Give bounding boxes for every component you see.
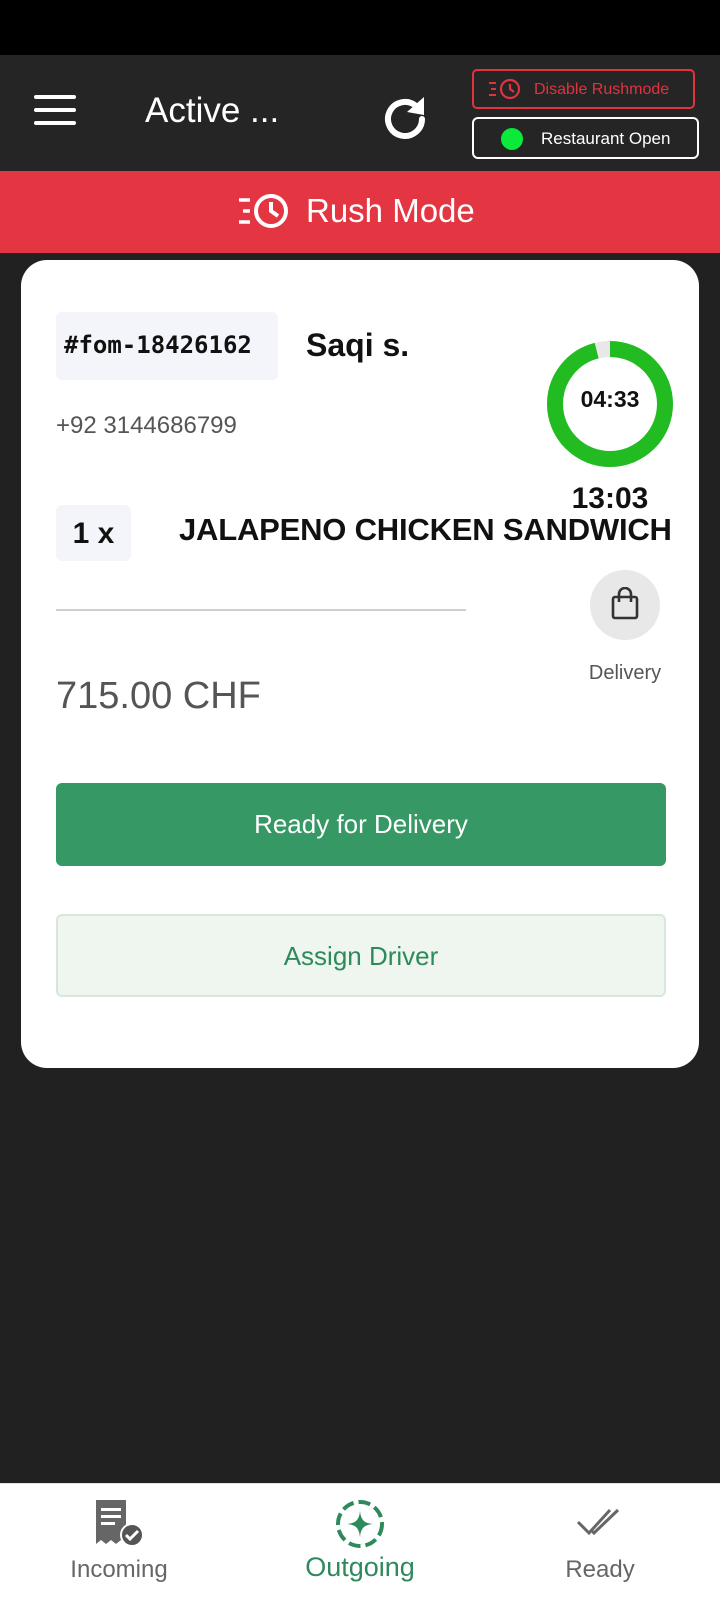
rush-mode-label: Rush Mode <box>306 192 475 229</box>
item-quantity: 1 x <box>56 505 131 561</box>
item-name: JALAPENO CHICKEN SANDWICH <box>179 512 672 547</box>
disable-rushmode-label: Disable Rushmode <box>534 81 670 98</box>
timer-total: 13:03 <box>571 482 649 515</box>
page-title: Active ... <box>145 91 280 130</box>
bottom-nav: Incoming Outgoing Ready <box>0 1483 720 1600</box>
status-dot-icon <box>501 128 523 150</box>
status-bar <box>0 0 720 55</box>
tab-ready[interactable]: Ready <box>510 1484 690 1600</box>
refresh-icon[interactable] <box>380 93 432 145</box>
menu-icon[interactable] <box>34 95 78 127</box>
ready-for-delivery-button[interactable]: Ready for Delivery <box>56 783 666 866</box>
customer-phone: +92 3144686799 <box>56 412 237 439</box>
restaurant-status-button[interactable]: Restaurant Open <box>472 117 699 159</box>
customer-name: Saqi s. <box>306 327 410 363</box>
tab-ready-label: Ready <box>565 1556 635 1583</box>
assign-driver-button[interactable]: Assign Driver <box>56 914 666 997</box>
order-type-label: Delivery <box>588 662 662 684</box>
order-id: #fom-18426162 <box>56 312 278 380</box>
order-type-badge <box>590 570 660 640</box>
tab-incoming[interactable]: Incoming <box>29 1484 209 1600</box>
app-bar: Active ... Disable Rushmode Restaurant O… <box>0 55 720 171</box>
order-card: #fom-18426162 Saqi s. +92 3144686799 04:… <box>21 260 699 1068</box>
sparkle-badge-icon <box>336 1500 384 1548</box>
order-total: 715.00 CHF <box>56 675 261 717</box>
rush-mode-banner: Rush Mode <box>0 171 720 253</box>
receipt-check-icon <box>96 1500 144 1547</box>
shopping-bag-icon <box>611 587 639 620</box>
disable-rushmode-button[interactable]: Disable Rushmode <box>472 69 695 109</box>
tab-outgoing-label: Outgoing <box>305 1552 415 1582</box>
tab-outgoing[interactable]: Outgoing <box>270 1484 450 1600</box>
rush-clock-icon <box>489 78 521 100</box>
timer-remaining: 04:33 <box>580 386 640 412</box>
restaurant-status-label: Restaurant Open <box>541 129 671 148</box>
rush-clock-icon <box>239 194 288 228</box>
tab-incoming-label: Incoming <box>70 1556 168 1583</box>
double-check-icon <box>576 1508 620 1536</box>
divider <box>56 609 466 611</box>
